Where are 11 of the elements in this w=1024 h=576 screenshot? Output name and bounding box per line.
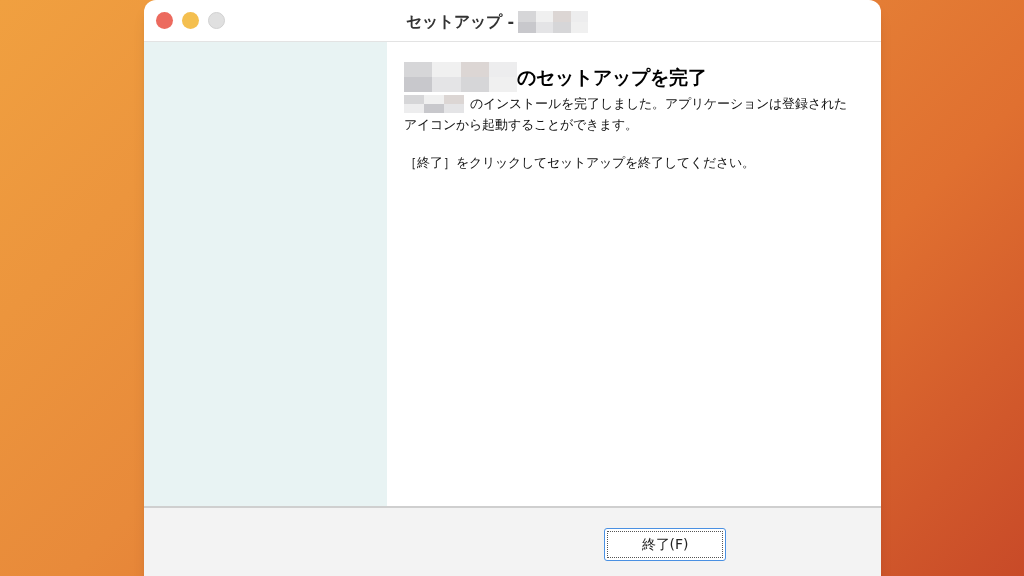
completion-message: のインストールを完了しました。アプリケーションは登録された [470, 95, 847, 113]
minimize-icon[interactable] [182, 12, 199, 29]
window-title: セットアップ - [406, 11, 515, 33]
finish-button[interactable]: 終了(F) [604, 528, 726, 561]
zoom-icon[interactable] [208, 12, 225, 29]
close-icon[interactable] [156, 12, 173, 29]
redaction-mosaic [518, 11, 589, 33]
redaction-mosaic [404, 94, 464, 113]
instruction-text: ［終了］をクリックしてセットアップを終了してください。 [404, 154, 756, 172]
completion-message: アイコンから起動することができます。 [404, 116, 638, 134]
heading: のセットアップを完了 [517, 64, 707, 90]
